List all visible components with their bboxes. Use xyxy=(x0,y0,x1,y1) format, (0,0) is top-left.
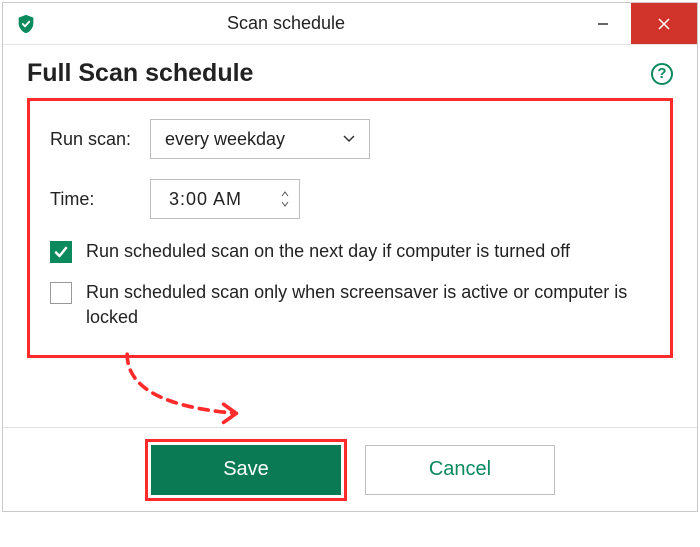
help-icon[interactable]: ? xyxy=(651,63,673,85)
close-button[interactable] xyxy=(631,3,697,44)
time-field[interactable]: 3:00 AM xyxy=(150,179,300,219)
run-scan-label: Run scan: xyxy=(50,129,150,150)
checkbox-next-day-label: Run scheduled scan on the next day if co… xyxy=(86,239,570,264)
form-highlight-box: Run scan: every weekday Time: 3:00 AM xyxy=(27,98,673,358)
run-scan-dropdown[interactable]: every weekday xyxy=(150,119,370,159)
checkbox-screensaver[interactable] xyxy=(50,282,72,304)
run-scan-value: every weekday xyxy=(165,129,285,150)
time-value: 3:00 AM xyxy=(169,189,281,210)
footer: Save Cancel xyxy=(3,427,697,511)
save-highlight-box: Save xyxy=(145,439,347,501)
time-row: Time: 3:00 AM xyxy=(50,179,650,219)
cancel-button[interactable]: Cancel xyxy=(365,445,555,495)
titlebar: Scan schedule xyxy=(3,3,697,45)
minimize-button[interactable] xyxy=(575,3,631,44)
chevron-down-icon xyxy=(343,132,355,146)
checkbox-next-day[interactable] xyxy=(50,241,72,263)
spinner-down-icon[interactable] xyxy=(281,200,289,208)
app-shield-icon xyxy=(15,13,37,35)
window-controls xyxy=(575,3,697,44)
run-scan-row: Run scan: every weekday xyxy=(50,119,650,159)
checkbox-screensaver-label: Run scheduled scan only when screensaver… xyxy=(86,280,650,330)
time-spinner[interactable] xyxy=(281,190,289,208)
time-label: Time: xyxy=(50,189,150,210)
save-button[interactable]: Save xyxy=(151,445,341,495)
section-header: Full Scan schedule ? xyxy=(27,59,673,88)
checkbox-row-2: Run scheduled scan only when screensaver… xyxy=(50,280,650,330)
window-title: Scan schedule xyxy=(37,13,535,34)
section-title: Full Scan schedule xyxy=(27,59,253,88)
dialog-window: Scan schedule Full Scan schedule ? Run s… xyxy=(2,2,698,512)
spinner-up-icon[interactable] xyxy=(281,190,289,198)
checkbox-row-1: Run scheduled scan on the next day if co… xyxy=(50,239,650,264)
content-area: Full Scan schedule ? Run scan: every wee… xyxy=(3,45,697,427)
